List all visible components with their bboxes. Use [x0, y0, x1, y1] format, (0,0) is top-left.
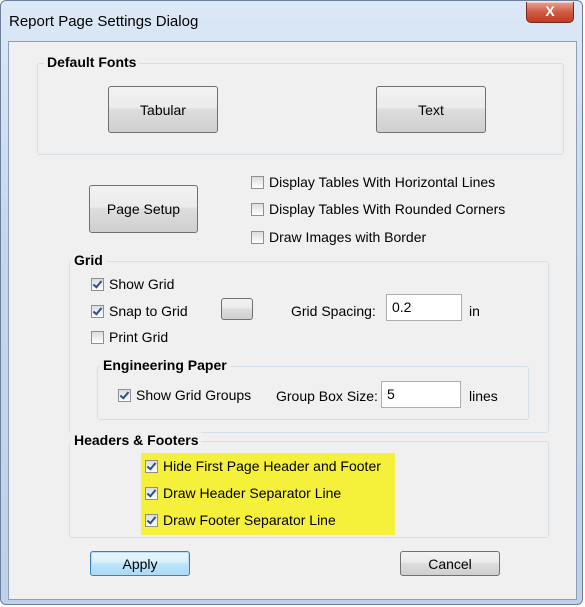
option-label: Draw Images with Border	[269, 229, 427, 245]
grid-group-label: Grid	[71, 252, 106, 268]
checkbox-box	[145, 513, 158, 527]
grid-spacing-value: 0.2	[392, 299, 412, 315]
grid-spacing-label: Grid Spacing:	[291, 303, 376, 319]
tabular-font-button[interactable]: Tabular	[108, 86, 218, 133]
checkbox-box	[91, 304, 104, 318]
grid-color-button[interactable]	[221, 298, 253, 320]
group-box-size-label: Group Box Size:	[276, 388, 378, 404]
group-box-size-unit: lines	[469, 388, 498, 404]
option-images-border-checkbox[interactable]: Draw Images with Border	[251, 229, 426, 245]
checkbox-box	[145, 486, 158, 500]
dialog-client-area: Default Fonts Tabular Text Page Setup Di…	[8, 41, 577, 600]
hide-first-page-header-checkbox[interactable]: Hide First Page Header and Footer	[145, 458, 381, 474]
headers-footers-label: Headers & Footers	[71, 432, 202, 448]
checkbox-box	[251, 175, 264, 189]
dialog-window: Report Page Settings Dialog X Default Fo…	[0, 0, 583, 605]
checkbox-box	[91, 330, 104, 344]
show-grid-groups-checkbox[interactable]: Show Grid Groups	[118, 387, 251, 403]
cancel-button-label: Cancel	[428, 555, 472, 572]
snap-to-grid-label: Snap to Grid	[109, 303, 188, 319]
default-fonts-label: Default Fonts	[44, 54, 140, 70]
title-bar[interactable]: Report Page Settings Dialog X	[1, 1, 582, 41]
hide-first-page-header-label: Hide First Page Header and Footer	[163, 458, 381, 474]
checkbox-box	[251, 230, 264, 244]
checkbox-box	[251, 202, 264, 216]
option-rounded-corners-checkbox[interactable]: Display Tables With Rounded Corners	[251, 201, 505, 217]
apply-button-label: Apply	[122, 555, 158, 572]
draw-footer-separator-label: Draw Footer Separator Line	[163, 512, 336, 528]
apply-button[interactable]: Apply	[90, 551, 190, 576]
show-grid-label: Show Grid	[109, 276, 175, 292]
print-grid-checkbox[interactable]: Print Grid	[91, 329, 168, 345]
checkbox-box	[145, 459, 158, 473]
print-grid-label: Print Grid	[109, 329, 169, 345]
show-grid-groups-label: Show Grid Groups	[136, 387, 252, 403]
text-font-button[interactable]: Text	[376, 86, 486, 133]
option-horizontal-lines-checkbox[interactable]: Display Tables With Horizontal Lines	[251, 174, 495, 190]
option-label: Display Tables With Rounded Corners	[269, 201, 506, 217]
tabular-font-button-label: Tabular	[140, 101, 186, 118]
page-setup-button-label: Page Setup	[106, 201, 181, 217]
snap-to-grid-checkbox[interactable]: Snap to Grid	[91, 303, 188, 319]
grid-spacing-input[interactable]: 0.2	[386, 294, 462, 321]
close-button[interactable]: X	[526, 2, 574, 23]
engineering-paper-label: Engineering Paper	[100, 357, 230, 373]
close-icon: X	[545, 3, 555, 19]
draw-header-separator-label: Draw Header Separator Line	[163, 485, 342, 501]
group-box-size-value: 5	[387, 386, 395, 402]
cancel-button[interactable]: Cancel	[400, 551, 500, 576]
page-setup-button[interactable]: Page Setup	[89, 185, 198, 233]
grid-spacing-unit: in	[469, 303, 480, 319]
group-box-size-input[interactable]: 5	[381, 381, 461, 408]
text-font-button-label: Text	[418, 101, 444, 118]
draw-header-separator-checkbox[interactable]: Draw Header Separator Line	[145, 485, 341, 501]
draw-footer-separator-checkbox[interactable]: Draw Footer Separator Line	[145, 512, 336, 528]
window-title: Report Page Settings Dialog	[9, 13, 199, 30]
checkbox-box	[118, 388, 131, 402]
checkbox-box	[91, 277, 104, 291]
show-grid-checkbox[interactable]: Show Grid	[91, 276, 174, 292]
option-label: Display Tables With Horizontal Lines	[269, 174, 496, 190]
